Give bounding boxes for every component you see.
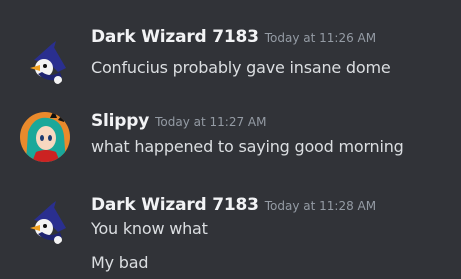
username[interactable]: Slippy	[91, 111, 149, 131]
message-text: Confucius probably gave insane dome	[91, 58, 391, 77]
message-group: Dark Wizard 7183 Today at 11:26 AM Confuc…	[0, 24, 461, 84]
message-group: Dark Wizard 7183 Today at 11:28 AM You kn…	[0, 192, 461, 279]
message-timestamp: Today at 11:26 AM	[264, 31, 377, 45]
message-text: what happened to saying good morning	[91, 137, 404, 156]
message-timestamp: Today at 11:28 AM	[264, 199, 377, 213]
message-text: My bad	[91, 253, 149, 272]
wizard-avatar-icon[interactable]	[20, 198, 70, 248]
message-timestamp: Today at 11:27 AM	[155, 115, 267, 129]
wizard-avatar-icon[interactable]	[20, 38, 70, 88]
username[interactable]: Dark Wizard 7183	[91, 27, 259, 47]
anime-girl-avatar-icon[interactable]	[20, 112, 70, 162]
username[interactable]: Dark Wizard 7183	[91, 195, 259, 215]
message-group: Slippy Today at 11:27 AM what happened to…	[0, 108, 461, 168]
message-text: You know what	[91, 219, 208, 238]
